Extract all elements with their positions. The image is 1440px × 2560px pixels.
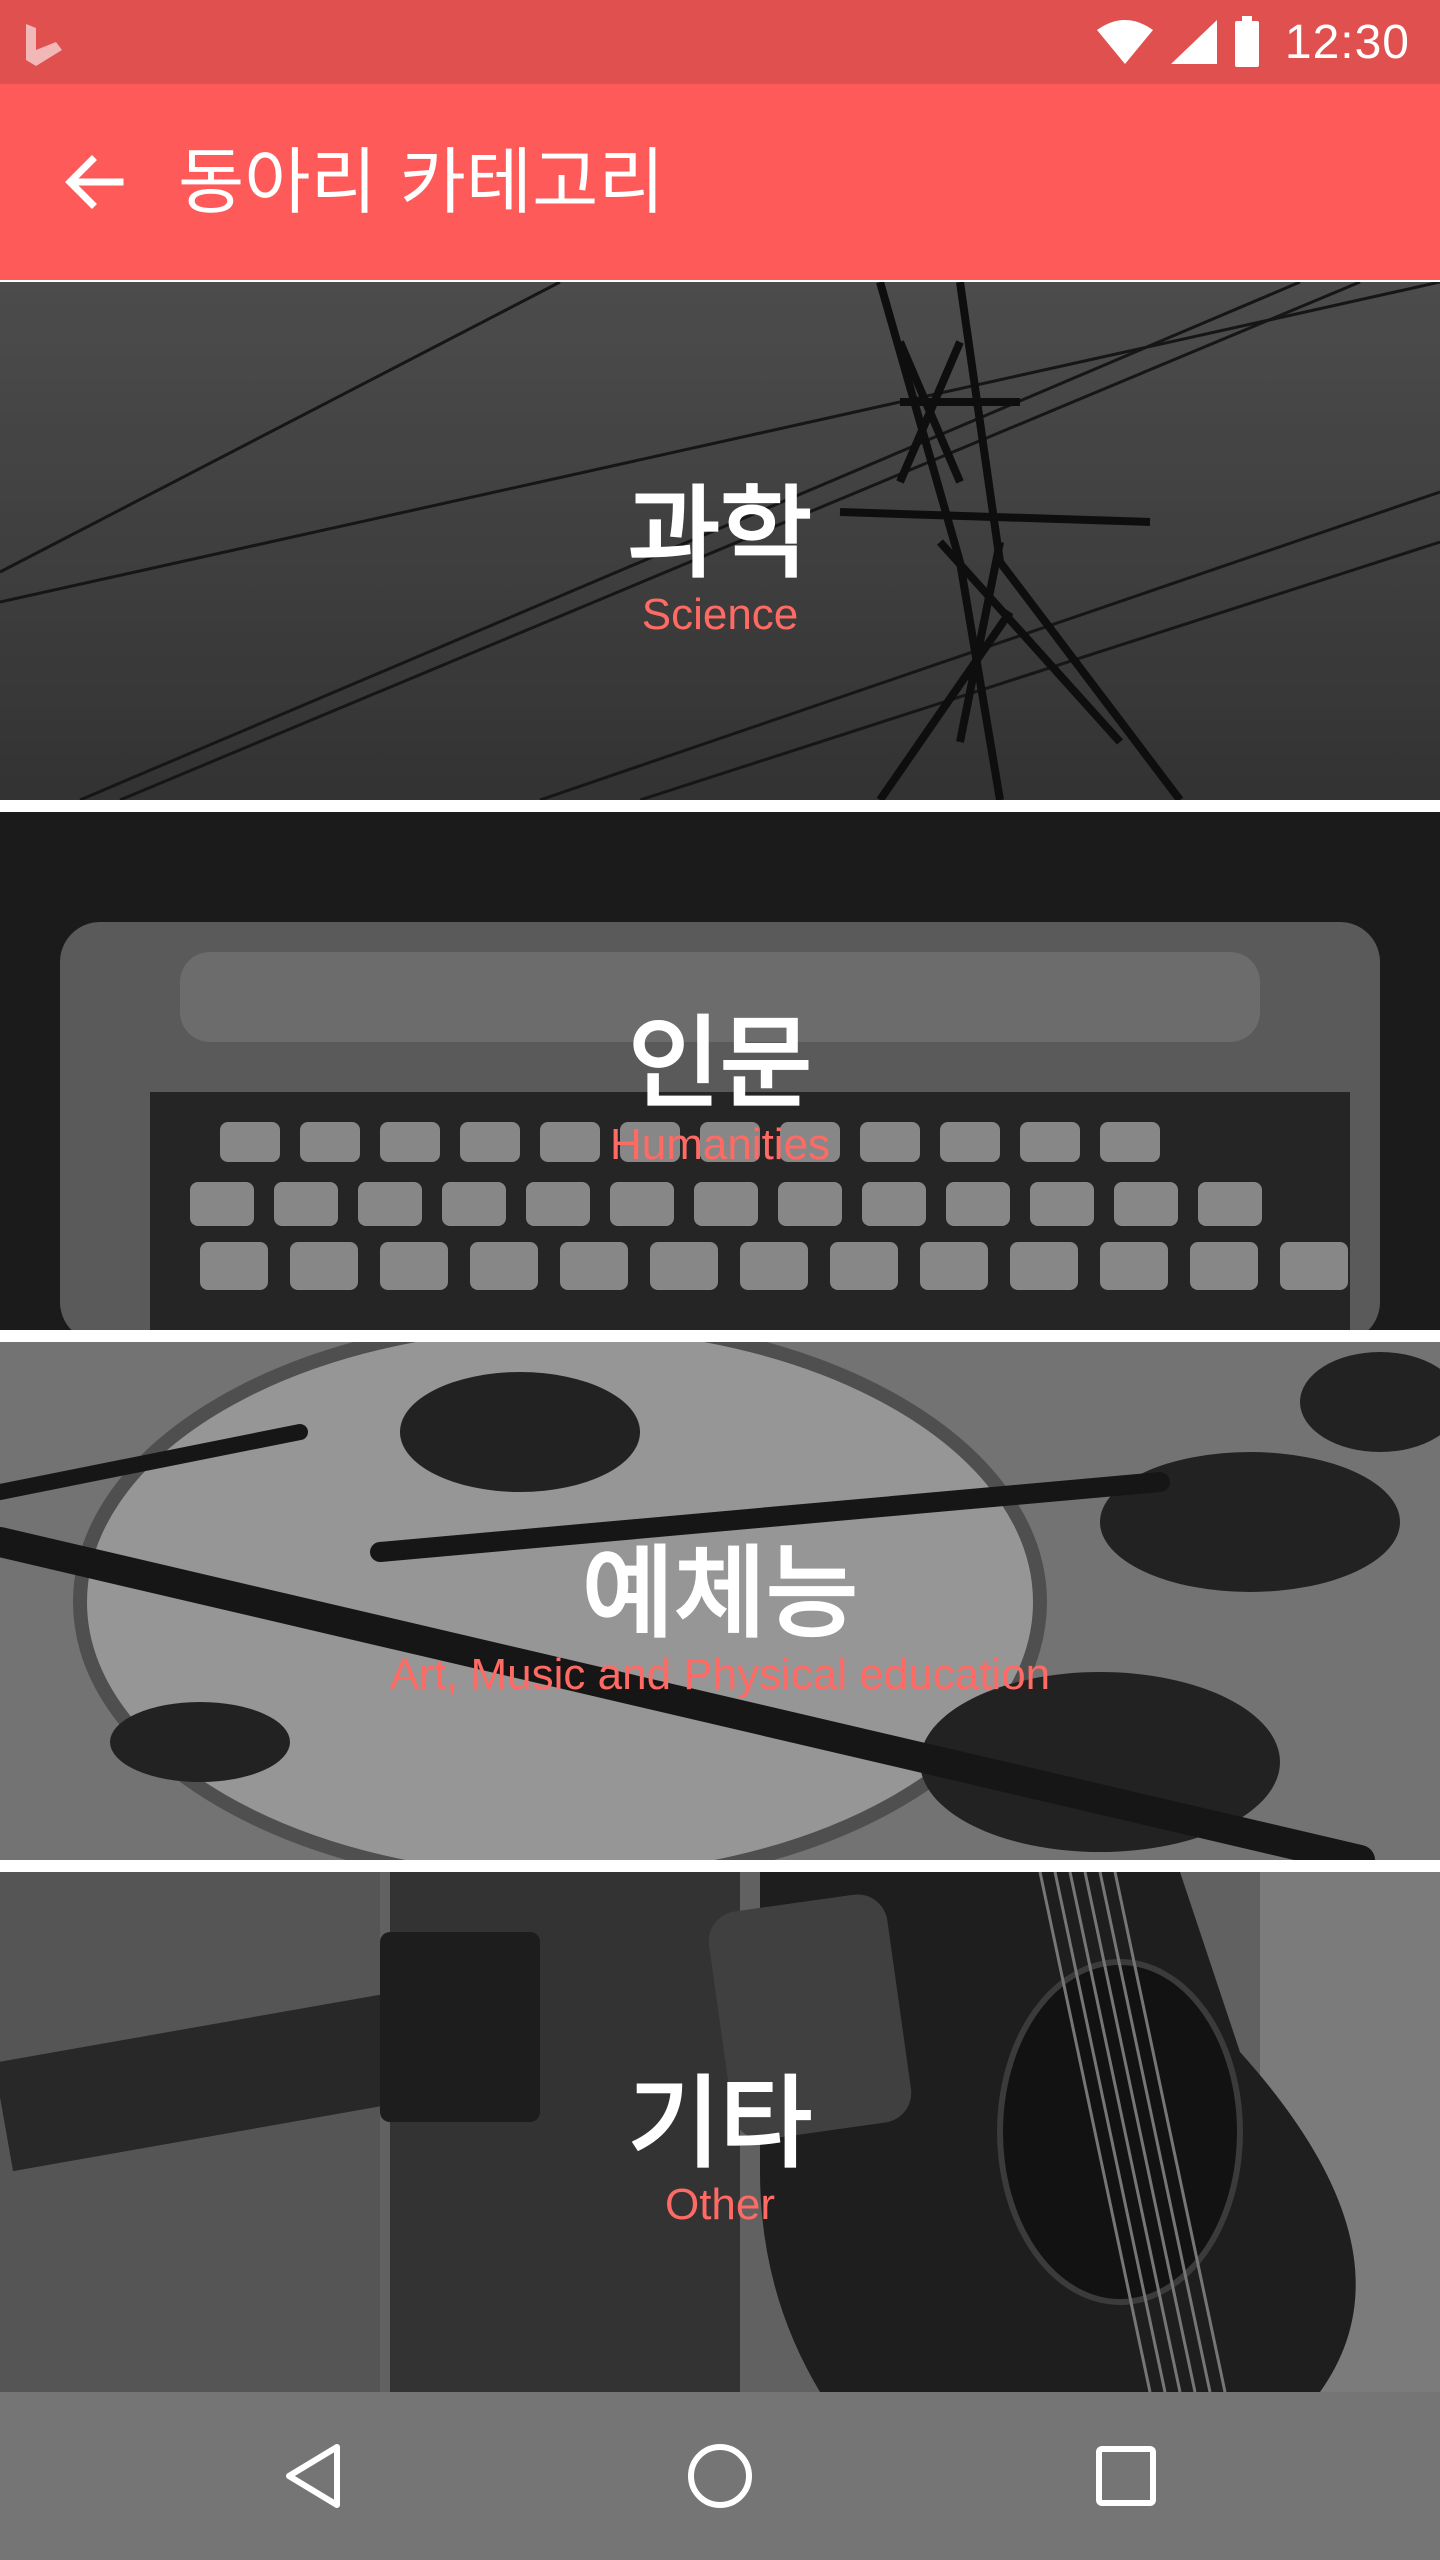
back-button[interactable] — [54, 142, 134, 222]
category-other[interactable]: 기타 Other — [0, 1872, 1440, 2392]
clock: 12:30 — [1284, 15, 1410, 69]
category-subtitle: Art, Music and Physical education — [389, 1650, 1051, 1699]
wifi-icon — [1096, 20, 1153, 64]
category-arts[interactable]: 예체능 Art, Music and Physical education — [0, 1342, 1440, 1860]
arrow-back-icon — [65, 155, 124, 209]
status-bar: 12:30 — [0, 0, 1440, 84]
app-logo-icon — [26, 24, 62, 66]
category-title: 인문 — [628, 1005, 812, 1122]
home-circle-icon — [688, 2444, 752, 2508]
page-title: 동아리 카테고리 — [178, 140, 665, 224]
navigation-bar — [0, 2392, 1440, 2560]
nav-back-button[interactable] — [264, 2426, 364, 2526]
back-triangle-icon — [286, 2444, 340, 2508]
battery-icon — [1234, 16, 1259, 67]
category-subtitle: Science — [641, 590, 799, 639]
cellular-signal-icon — [1170, 20, 1217, 64]
category-humanities[interactable]: 인문 Humanities — [0, 812, 1440, 1330]
category-subtitle: Other — [664, 2180, 776, 2229]
app-bar: 동아리 카테고리 — [0, 84, 1440, 280]
recents-square-icon — [1096, 2446, 1156, 2506]
category-science[interactable]: 과학 Science — [0, 282, 1440, 800]
category-title: 기타 — [628, 2065, 812, 2182]
category-title: 예체능 — [582, 1535, 858, 1652]
nav-home-button[interactable] — [670, 2426, 770, 2526]
nav-recents-button[interactable] — [1076, 2426, 1176, 2526]
category-subtitle: Humanities — [609, 1120, 831, 1169]
category-title: 과학 — [628, 475, 812, 592]
